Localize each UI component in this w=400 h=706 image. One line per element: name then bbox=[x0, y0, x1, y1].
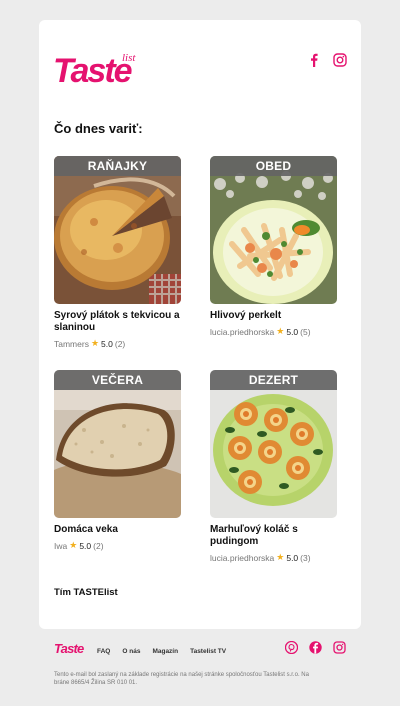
footer-link-faq[interactable]: FAQ bbox=[97, 648, 110, 655]
recipe-meta: lucia.priedhorska ★ 5.0 (5) bbox=[210, 326, 337, 337]
recipe-card-breakfast[interactable]: RAŇAJKY Syrový plátok s tekvicou a slani… bbox=[54, 156, 181, 349]
pinterest-icon[interactable] bbox=[285, 641, 298, 654]
recipe-title[interactable]: Syrový plátok s tekvicou a slaninou bbox=[54, 310, 181, 334]
rating-count: (5) bbox=[300, 326, 311, 337]
recipe-meta: Tammers ★ 5.0 (2) bbox=[54, 338, 181, 349]
recipe-title[interactable]: Marhuľový koláč s pudingom bbox=[210, 524, 337, 548]
recipe-title[interactable]: Domáca veka bbox=[54, 524, 181, 536]
recipe-rating: 5.0 bbox=[286, 552, 299, 563]
footer-note: Tento e-mail bol zaslaný na základe regi… bbox=[54, 672, 309, 686]
facebook-icon[interactable] bbox=[309, 641, 322, 654]
recipe-image-tartlets[interactable]: DEZERT bbox=[210, 370, 337, 518]
footer-link-about[interactable]: O nás bbox=[122, 648, 140, 655]
recipe-card-dinner[interactable]: VEČERA Domáca veka Iwa ★ 5.0 (2) bbox=[54, 370, 181, 551]
svg-text:list: list bbox=[122, 52, 136, 64]
instagram-icon[interactable] bbox=[333, 53, 347, 67]
facebook-icon[interactable] bbox=[307, 53, 321, 67]
recipe-author: lucia.priedhorska bbox=[210, 552, 275, 563]
footer-social-links bbox=[285, 641, 346, 654]
category-label: RAŇAJKY bbox=[54, 156, 181, 176]
rating-count: (3) bbox=[300, 552, 311, 563]
rating-count: (2) bbox=[114, 338, 126, 349]
tastelist-logo[interactable]: Taste list bbox=[53, 50, 147, 86]
social-links bbox=[307, 53, 347, 67]
star-icon: ★ bbox=[276, 552, 285, 562]
section-heading: Čo dnes variť: bbox=[54, 121, 143, 136]
recipe-card-dessert[interactable]: DEZERT Marhuľový koláč s pudingom lucia.… bbox=[210, 370, 337, 563]
recipe-author: lucia.priedhorska bbox=[210, 326, 275, 337]
footer-link-tv[interactable]: Tastelist TV bbox=[190, 648, 226, 655]
svg-text:Taste: Taste bbox=[54, 641, 84, 655]
footer-nav: FAQ O nás Magazín Tastelist TV bbox=[97, 648, 226, 655]
recipe-image-quiche[interactable]: RAŇAJKY bbox=[54, 156, 181, 304]
recipe-title[interactable]: Hlivový perkelt bbox=[210, 310, 337, 322]
recipe-meta: Iwa ★ 5.0 (2) bbox=[54, 540, 181, 551]
star-icon: ★ bbox=[276, 326, 285, 336]
recipe-rating: 5.0 bbox=[79, 540, 92, 551]
recipe-rating: 5.0 bbox=[286, 326, 299, 337]
recipe-meta: lucia.priedhorska ★ 5.0 (3) bbox=[210, 552, 337, 563]
star-icon: ★ bbox=[90, 338, 100, 348]
email-card: Taste list Čo dnes variť: RAŇAJKY Syrový… bbox=[39, 20, 361, 629]
recipe-image-bread[interactable]: VEČERA bbox=[54, 370, 181, 518]
svg-text:Taste: Taste bbox=[53, 52, 132, 86]
recipe-author: Tammers bbox=[54, 338, 89, 349]
footer-link-magazine[interactable]: Magazín bbox=[152, 648, 178, 655]
signature: Tím TASTElist bbox=[54, 587, 118, 598]
recipe-card-lunch[interactable]: OBED Hlivový perkelt lucia.priedhorska ★… bbox=[210, 156, 337, 337]
category-label: VEČERA bbox=[54, 370, 181, 390]
star-icon: ★ bbox=[69, 540, 78, 550]
category-label: OBED bbox=[210, 156, 337, 176]
category-label: DEZERT bbox=[210, 370, 337, 390]
recipe-image-pasta[interactable]: OBED bbox=[210, 156, 337, 304]
rating-count: (2) bbox=[93, 540, 104, 551]
recipe-author: Iwa bbox=[54, 540, 68, 551]
recipe-rating: 5.0 bbox=[101, 338, 113, 349]
instagram-icon[interactable] bbox=[333, 641, 346, 654]
footer-logo[interactable]: Taste bbox=[54, 641, 86, 655]
